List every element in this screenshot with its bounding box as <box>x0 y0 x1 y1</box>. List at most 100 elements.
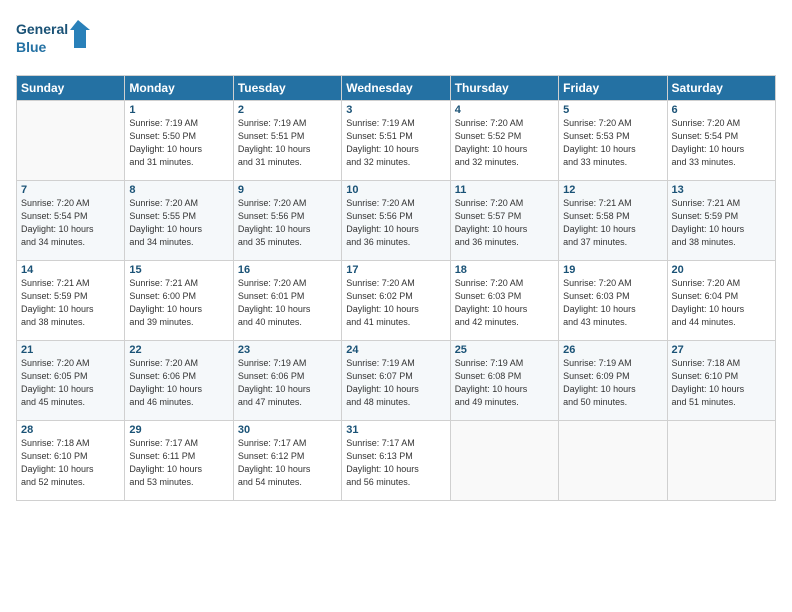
day-number: 11 <box>455 184 554 196</box>
day-number: 15 <box>129 264 228 276</box>
header-cell-wednesday: Wednesday <box>342 75 450 100</box>
day-info: Sunrise: 7:19 AM Sunset: 6:06 PM Dayligh… <box>238 357 337 409</box>
day-cell: 13Sunrise: 7:21 AM Sunset: 5:59 PM Dayli… <box>667 180 775 260</box>
day-number: 28 <box>21 424 120 436</box>
day-cell: 9Sunrise: 7:20 AM Sunset: 5:56 PM Daylig… <box>233 180 341 260</box>
day-info: Sunrise: 7:21 AM Sunset: 6:00 PM Dayligh… <box>129 277 228 329</box>
day-cell: 22Sunrise: 7:20 AM Sunset: 6:06 PM Dayli… <box>125 340 233 420</box>
day-info: Sunrise: 7:20 AM Sunset: 5:56 PM Dayligh… <box>346 197 445 249</box>
day-info: Sunrise: 7:20 AM Sunset: 6:05 PM Dayligh… <box>21 357 120 409</box>
day-info: Sunrise: 7:20 AM Sunset: 6:03 PM Dayligh… <box>455 277 554 329</box>
day-info: Sunrise: 7:18 AM Sunset: 6:10 PM Dayligh… <box>21 437 120 489</box>
day-number: 3 <box>346 104 445 116</box>
header-cell-sunday: Sunday <box>17 75 125 100</box>
day-info: Sunrise: 7:20 AM Sunset: 5:52 PM Dayligh… <box>455 117 554 169</box>
day-cell: 17Sunrise: 7:20 AM Sunset: 6:02 PM Dayli… <box>342 260 450 340</box>
day-number: 26 <box>563 344 662 356</box>
day-number: 6 <box>672 104 771 116</box>
header-cell-saturday: Saturday <box>667 75 775 100</box>
day-info: Sunrise: 7:20 AM Sunset: 6:01 PM Dayligh… <box>238 277 337 329</box>
day-info: Sunrise: 7:21 AM Sunset: 5:59 PM Dayligh… <box>21 277 120 329</box>
header-cell-tuesday: Tuesday <box>233 75 341 100</box>
day-info: Sunrise: 7:20 AM Sunset: 6:02 PM Dayligh… <box>346 277 445 329</box>
day-number: 10 <box>346 184 445 196</box>
day-cell: 25Sunrise: 7:19 AM Sunset: 6:08 PM Dayli… <box>450 340 558 420</box>
day-info: Sunrise: 7:20 AM Sunset: 6:06 PM Dayligh… <box>129 357 228 409</box>
day-cell: 15Sunrise: 7:21 AM Sunset: 6:00 PM Dayli… <box>125 260 233 340</box>
day-cell: 21Sunrise: 7:20 AM Sunset: 6:05 PM Dayli… <box>17 340 125 420</box>
day-number: 1 <box>129 104 228 116</box>
day-cell: 6Sunrise: 7:20 AM Sunset: 5:54 PM Daylig… <box>667 100 775 180</box>
day-info: Sunrise: 7:17 AM Sunset: 6:13 PM Dayligh… <box>346 437 445 489</box>
day-number: 19 <box>563 264 662 276</box>
day-cell <box>667 420 775 500</box>
day-number: 2 <box>238 104 337 116</box>
header: General Blue <box>16 16 776 65</box>
day-info: Sunrise: 7:19 AM Sunset: 6:07 PM Dayligh… <box>346 357 445 409</box>
day-number: 22 <box>129 344 228 356</box>
week-row-1: 7Sunrise: 7:20 AM Sunset: 5:54 PM Daylig… <box>17 180 776 260</box>
day-cell: 4Sunrise: 7:20 AM Sunset: 5:52 PM Daylig… <box>450 100 558 180</box>
day-number: 13 <box>672 184 771 196</box>
day-info: Sunrise: 7:20 AM Sunset: 6:04 PM Dayligh… <box>672 277 771 329</box>
calendar-table: SundayMondayTuesdayWednesdayThursdayFrid… <box>16 75 776 501</box>
day-info: Sunrise: 7:18 AM Sunset: 6:10 PM Dayligh… <box>672 357 771 409</box>
day-cell <box>559 420 667 500</box>
svg-text:Blue: Blue <box>16 39 47 55</box>
day-cell: 27Sunrise: 7:18 AM Sunset: 6:10 PM Dayli… <box>667 340 775 420</box>
day-info: Sunrise: 7:19 AM Sunset: 5:50 PM Dayligh… <box>129 117 228 169</box>
header-cell-friday: Friday <box>559 75 667 100</box>
day-cell: 12Sunrise: 7:21 AM Sunset: 5:58 PM Dayli… <box>559 180 667 260</box>
day-cell: 29Sunrise: 7:17 AM Sunset: 6:11 PM Dayli… <box>125 420 233 500</box>
day-number: 24 <box>346 344 445 356</box>
day-number: 27 <box>672 344 771 356</box>
day-cell: 8Sunrise: 7:20 AM Sunset: 5:55 PM Daylig… <box>125 180 233 260</box>
day-cell: 19Sunrise: 7:20 AM Sunset: 6:03 PM Dayli… <box>559 260 667 340</box>
day-cell: 11Sunrise: 7:20 AM Sunset: 5:57 PM Dayli… <box>450 180 558 260</box>
day-cell: 23Sunrise: 7:19 AM Sunset: 6:06 PM Dayli… <box>233 340 341 420</box>
header-cell-monday: Monday <box>125 75 233 100</box>
logo: General Blue <box>16 16 96 65</box>
day-number: 29 <box>129 424 228 436</box>
day-info: Sunrise: 7:20 AM Sunset: 5:55 PM Dayligh… <box>129 197 228 249</box>
day-number: 17 <box>346 264 445 276</box>
day-number: 16 <box>238 264 337 276</box>
day-number: 7 <box>21 184 120 196</box>
day-cell: 5Sunrise: 7:20 AM Sunset: 5:53 PM Daylig… <box>559 100 667 180</box>
day-info: Sunrise: 7:20 AM Sunset: 5:53 PM Dayligh… <box>563 117 662 169</box>
day-info: Sunrise: 7:19 AM Sunset: 5:51 PM Dayligh… <box>346 117 445 169</box>
day-cell: 20Sunrise: 7:20 AM Sunset: 6:04 PM Dayli… <box>667 260 775 340</box>
header-cell-thursday: Thursday <box>450 75 558 100</box>
day-number: 21 <box>21 344 120 356</box>
day-info: Sunrise: 7:19 AM Sunset: 6:09 PM Dayligh… <box>563 357 662 409</box>
day-number: 20 <box>672 264 771 276</box>
week-row-4: 28Sunrise: 7:18 AM Sunset: 6:10 PM Dayli… <box>17 420 776 500</box>
logo-text: General Blue <box>16 16 96 65</box>
day-cell: 24Sunrise: 7:19 AM Sunset: 6:07 PM Dayli… <box>342 340 450 420</box>
day-cell: 14Sunrise: 7:21 AM Sunset: 5:59 PM Dayli… <box>17 260 125 340</box>
day-number: 14 <box>21 264 120 276</box>
day-info: Sunrise: 7:21 AM Sunset: 5:58 PM Dayligh… <box>563 197 662 249</box>
day-cell: 28Sunrise: 7:18 AM Sunset: 6:10 PM Dayli… <box>17 420 125 500</box>
day-number: 9 <box>238 184 337 196</box>
day-info: Sunrise: 7:19 AM Sunset: 6:08 PM Dayligh… <box>455 357 554 409</box>
day-cell: 16Sunrise: 7:20 AM Sunset: 6:01 PM Dayli… <box>233 260 341 340</box>
day-number: 25 <box>455 344 554 356</box>
day-number: 4 <box>455 104 554 116</box>
day-info: Sunrise: 7:21 AM Sunset: 5:59 PM Dayligh… <box>672 197 771 249</box>
day-info: Sunrise: 7:17 AM Sunset: 6:11 PM Dayligh… <box>129 437 228 489</box>
day-number: 8 <box>129 184 228 196</box>
day-number: 18 <box>455 264 554 276</box>
day-cell: 31Sunrise: 7:17 AM Sunset: 6:13 PM Dayli… <box>342 420 450 500</box>
day-info: Sunrise: 7:20 AM Sunset: 5:54 PM Dayligh… <box>672 117 771 169</box>
svg-text:General: General <box>16 21 68 37</box>
day-number: 31 <box>346 424 445 436</box>
day-number: 5 <box>563 104 662 116</box>
day-cell: 18Sunrise: 7:20 AM Sunset: 6:03 PM Dayli… <box>450 260 558 340</box>
day-info: Sunrise: 7:19 AM Sunset: 5:51 PM Dayligh… <box>238 117 337 169</box>
day-number: 30 <box>238 424 337 436</box>
week-row-3: 21Sunrise: 7:20 AM Sunset: 6:05 PM Dayli… <box>17 340 776 420</box>
day-cell: 30Sunrise: 7:17 AM Sunset: 6:12 PM Dayli… <box>233 420 341 500</box>
day-cell: 7Sunrise: 7:20 AM Sunset: 5:54 PM Daylig… <box>17 180 125 260</box>
day-cell: 2Sunrise: 7:19 AM Sunset: 5:51 PM Daylig… <box>233 100 341 180</box>
